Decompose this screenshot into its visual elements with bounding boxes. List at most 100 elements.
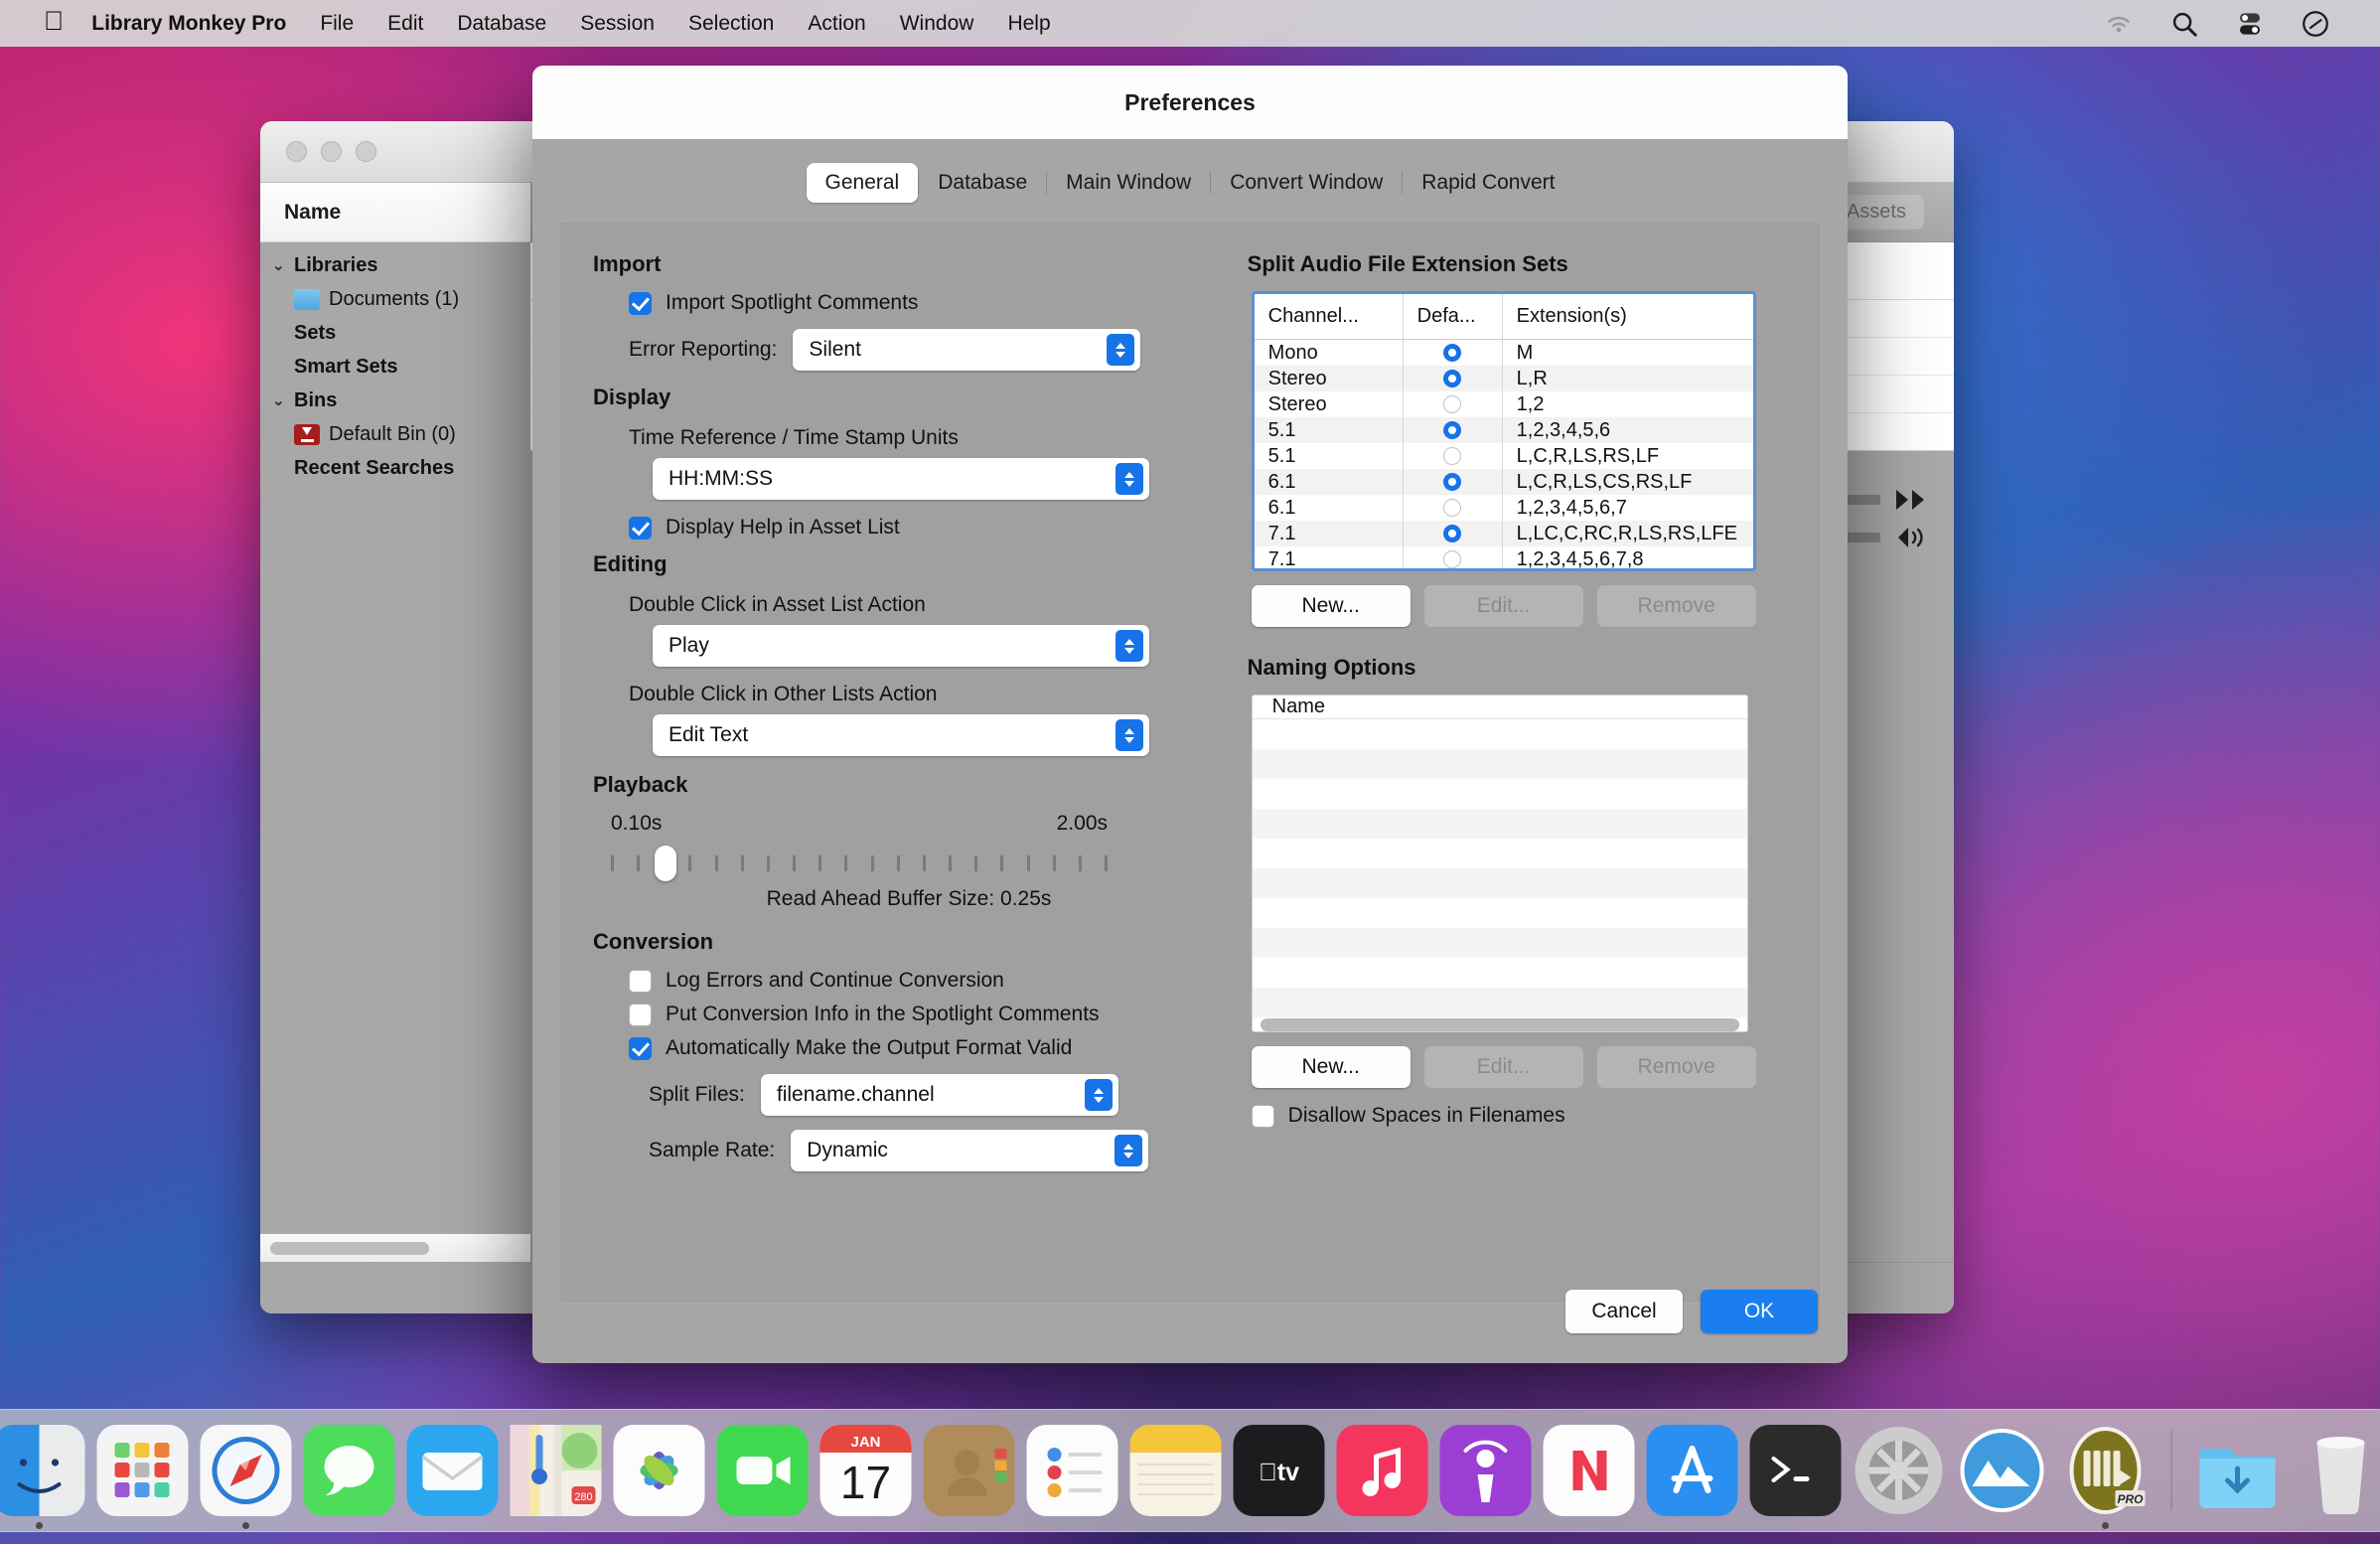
radio-icon[interactable]: [1443, 499, 1461, 517]
slider-thumb[interactable]: [655, 846, 676, 881]
naming-options-horizontal-scrollbar[interactable]: [1253, 1017, 1747, 1031]
radio-icon[interactable]: [1443, 447, 1461, 465]
dock-item-contacts[interactable]: [924, 1425, 1015, 1516]
checkbox-icon[interactable]: [629, 292, 652, 315]
list-item[interactable]: [1253, 988, 1747, 1017]
table-row[interactable]: 5.1 1,2,3,4,5,6: [1255, 417, 1753, 443]
menu-item-window[interactable]: Window: [900, 12, 974, 36]
chevron-updown-icon[interactable]: [1116, 463, 1143, 495]
siri-icon[interactable]: [2301, 9, 2330, 39]
list-item[interactable]: [1253, 839, 1747, 868]
tab-general[interactable]: General: [807, 163, 919, 203]
dock-item-calendar[interactable]: JAN 17: [820, 1425, 912, 1516]
radio-icon[interactable]: [1443, 525, 1461, 542]
dock-item-app-generic-blue[interactable]: [1957, 1425, 2048, 1516]
table-row[interactable]: Stereo 1,2: [1255, 391, 1753, 417]
chevron-updown-icon[interactable]: [1116, 630, 1143, 662]
list-item[interactable]: [1253, 809, 1747, 839]
dock-item-facetime[interactable]: [717, 1425, 809, 1516]
read-ahead-buffer-slider[interactable]: [611, 844, 1108, 877]
sidebar-horizontal-scrollbar[interactable]: [260, 1234, 530, 1262]
cell-default[interactable]: [1404, 391, 1503, 417]
cell-default[interactable]: [1404, 521, 1503, 546]
checkbox-put-conversion-info-spotlight[interactable]: Put Conversion Info in the Spotlight Com…: [629, 1003, 1220, 1026]
checkbox-icon[interactable]: [629, 1037, 652, 1060]
menu-item-edit[interactable]: Edit: [387, 12, 423, 36]
split-sets-new-button[interactable]: New...: [1252, 585, 1411, 627]
list-item[interactable]: [1253, 958, 1747, 988]
menu-item-session[interactable]: Session: [580, 12, 655, 36]
dock-item-mail[interactable]: [407, 1425, 499, 1516]
tab-database[interactable]: Database: [919, 163, 1046, 203]
table-row[interactable]: Stereo L,R: [1255, 366, 1753, 391]
select-split-files[interactable]: filename.channel: [761, 1074, 1118, 1116]
sidebar-item-documents[interactable]: Documents (1): [260, 282, 530, 316]
close-button[interactable]: [286, 141, 307, 162]
search-icon[interactable]: [2169, 9, 2199, 39]
select-other-lists-action[interactable]: Edit Text: [653, 714, 1149, 756]
list-item[interactable]: [1253, 719, 1747, 749]
cell-default[interactable]: [1404, 495, 1503, 521]
tab-convert-window[interactable]: Convert Window: [1211, 163, 1402, 203]
wifi-icon[interactable]: [2104, 9, 2134, 39]
control-center-icon[interactable]: [2235, 9, 2265, 39]
checkbox-icon[interactable]: [629, 970, 652, 993]
checkbox-display-help-in-asset-list[interactable]: Display Help in Asset List: [629, 516, 1220, 540]
cell-default[interactable]: [1404, 443, 1503, 469]
chevron-down-icon[interactable]: ⌄: [272, 256, 294, 274]
checkbox-icon[interactable]: [629, 1004, 652, 1026]
list-item[interactable]: [1253, 749, 1747, 779]
dock-item-launchpad[interactable]: [97, 1425, 189, 1516]
menu-item-app[interactable]: Library Monkey Pro: [91, 12, 286, 36]
checkbox-icon[interactable]: [1252, 1105, 1274, 1128]
select-error-reporting[interactable]: Silent: [793, 329, 1140, 371]
table-row[interactable]: Mono M: [1255, 340, 1753, 366]
menu-item-action[interactable]: Action: [808, 12, 865, 36]
column-header-channels[interactable]: Channel...: [1255, 294, 1404, 339]
sidebar-item-bins[interactable]: ⌄ Bins: [260, 384, 530, 417]
ok-button[interactable]: OK: [1701, 1290, 1818, 1333]
chevron-down-icon[interactable]: ⌄: [272, 391, 294, 409]
checkbox-import-spotlight-comments[interactable]: Import Spotlight Comments: [629, 291, 1220, 315]
sidebar-item-sets[interactable]: Sets: [260, 316, 530, 350]
dock-item-downloads-folder[interactable]: [2192, 1425, 2284, 1516]
table-row[interactable]: 6.1 1,2,3,4,5,6,7: [1255, 495, 1753, 521]
radio-icon[interactable]: [1443, 344, 1461, 362]
list-item[interactable]: [1253, 868, 1747, 898]
dock-item-finder[interactable]: [0, 1425, 85, 1516]
checkbox-auto-make-output-valid[interactable]: Automatically Make the Output Format Val…: [629, 1036, 1220, 1060]
dock-item-system-preferences[interactable]: [1854, 1425, 1945, 1516]
naming-column-header-name[interactable]: Name: [1253, 695, 1747, 719]
naming-options-list[interactable]: Name: [1252, 695, 1748, 1032]
cell-default[interactable]: [1404, 469, 1503, 495]
chevron-updown-icon[interactable]: [1116, 719, 1143, 751]
naming-new-button[interactable]: New...: [1252, 1046, 1411, 1088]
sidebar-item-default-bin[interactable]: Default Bin (0): [260, 417, 530, 451]
sidebar-item-smart-sets[interactable]: Smart Sets: [260, 350, 530, 384]
menu-item-selection[interactable]: Selection: [688, 12, 774, 36]
dock-item-reminders[interactable]: [1027, 1425, 1118, 1516]
volume-icon[interactable]: [1894, 525, 1928, 550]
table-row[interactable]: 7.1 1,2,3,4,5,6,7,8: [1255, 546, 1753, 571]
table-row[interactable]: 6.1 L,C,R,LS,CS,RS,LF: [1255, 469, 1753, 495]
split-sets-table[interactable]: Channel... Defa... Extension(s) Mono M S…: [1252, 291, 1756, 571]
fast-forward-icon[interactable]: [1894, 487, 1928, 513]
dock-item-safari[interactable]: [201, 1425, 292, 1516]
cell-default[interactable]: [1404, 546, 1503, 571]
column-header-default[interactable]: Defa...: [1404, 294, 1503, 339]
sidebar-item-recent-searches[interactable]: Recent Searches: [260, 451, 530, 485]
list-item[interactable]: [1253, 779, 1747, 809]
tab-rapid-convert[interactable]: Rapid Convert: [1403, 163, 1573, 203]
tab-main-window[interactable]: Main Window: [1047, 163, 1210, 203]
dock-item-notes[interactable]: [1130, 1425, 1222, 1516]
table-row[interactable]: 7.1 L,LC,C,RC,R,LS,RS,LFE: [1255, 521, 1753, 546]
chevron-updown-icon[interactable]: [1115, 1135, 1142, 1166]
list-item[interactable]: [1253, 928, 1747, 958]
sidebar-item-libraries[interactable]: ⌄ Libraries: [260, 248, 530, 282]
dock-item-terminal[interactable]: [1750, 1425, 1842, 1516]
radio-icon[interactable]: [1443, 473, 1461, 491]
radio-icon[interactable]: [1443, 395, 1461, 413]
radio-icon[interactable]: [1443, 370, 1461, 387]
select-sample-rate[interactable]: Dynamic: [791, 1130, 1148, 1171]
dock-item-photos[interactable]: [614, 1425, 705, 1516]
